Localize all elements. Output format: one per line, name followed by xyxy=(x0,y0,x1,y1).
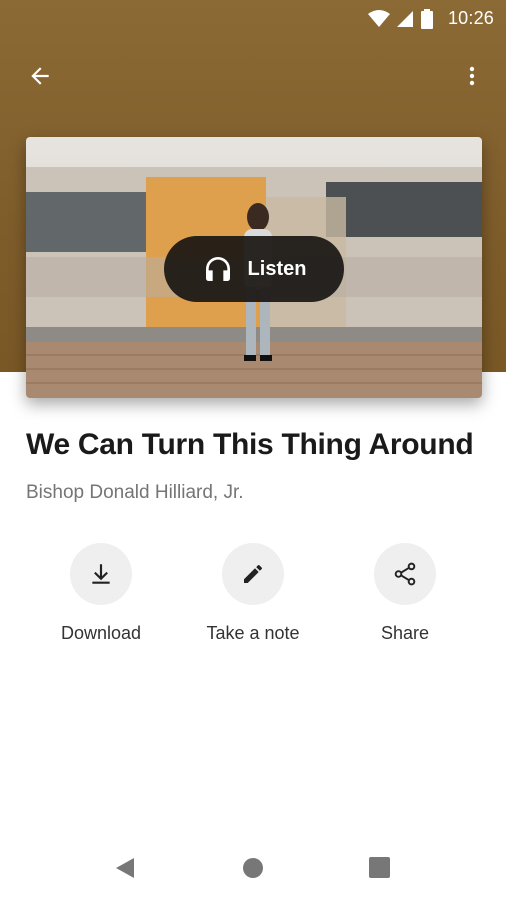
headphones-icon xyxy=(205,257,230,281)
share-icon xyxy=(394,562,416,586)
more-options-button[interactable] xyxy=(454,58,490,94)
share-label: Share xyxy=(380,623,430,643)
share-action[interactable]: Share xyxy=(330,543,480,644)
episode-author: Bishop Donald Hilliard, Jr. xyxy=(26,482,244,503)
download-label: Download xyxy=(60,623,142,643)
download-icon xyxy=(92,564,110,584)
download-button[interactable] xyxy=(70,543,132,605)
wifi-icon xyxy=(368,10,390,33)
more-vert-icon xyxy=(469,66,475,86)
nav-back-icon[interactable] xyxy=(114,856,136,885)
back-button[interactable] xyxy=(22,58,58,94)
episode-title: We Can Turn This Thing Around xyxy=(26,428,474,461)
take-note-action[interactable]: Take a note xyxy=(178,543,328,644)
status-time: 10:26 xyxy=(447,8,494,28)
system-navigation-bar xyxy=(0,836,506,900)
listen-label: Listen xyxy=(247,257,307,280)
take-note-label: Take a note xyxy=(206,623,300,643)
listen-button[interactable]: Listen xyxy=(164,236,344,302)
pencil-icon xyxy=(244,565,262,583)
battery-icon xyxy=(420,9,434,34)
share-button[interactable] xyxy=(374,543,436,605)
cell-signal-icon xyxy=(396,10,414,33)
status-bar: 10:26 xyxy=(0,0,506,36)
arrow-back-icon xyxy=(31,67,49,85)
nav-recents-icon[interactable] xyxy=(369,857,390,883)
nav-home-icon[interactable] xyxy=(242,857,264,884)
download-action[interactable]: Download xyxy=(26,543,176,644)
take-note-button[interactable] xyxy=(222,543,284,605)
